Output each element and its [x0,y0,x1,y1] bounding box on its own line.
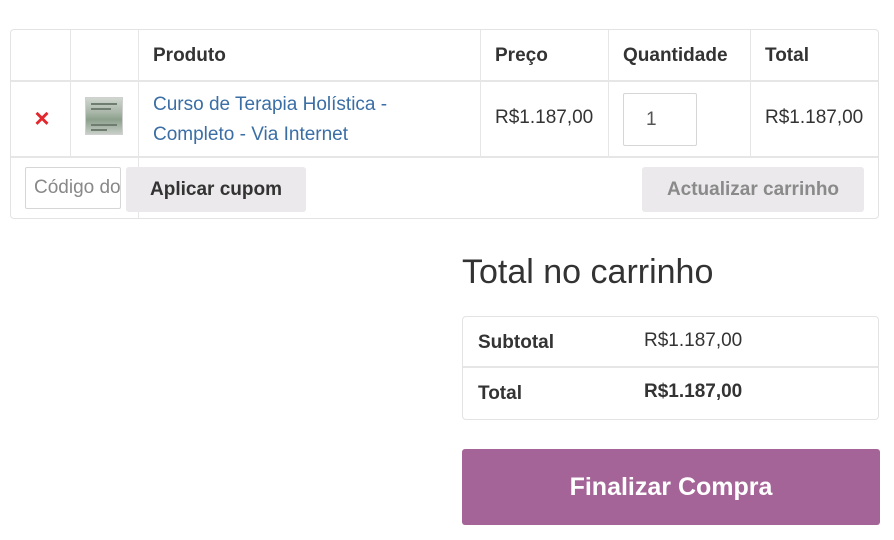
checkout-button[interactable]: Finalizar Compra [462,449,880,525]
subtotal-row: Subtotal R$1.187,00 [463,317,878,368]
item-price: R$1.187,00 [495,107,594,128]
apply-coupon-button[interactable]: Aplicar cupom [126,167,306,212]
total-value: R$1.187,00 [644,381,743,402]
total-row: Total R$1.187,00 [463,368,878,419]
total-label: Total [478,383,522,404]
subtotal-value: R$1.187,00 [644,330,743,351]
cart-item-row: × Curso de Terapia Holística - Completo … [11,82,878,158]
quantity-input[interactable]: 1 [623,93,697,146]
header-total: Total [765,45,809,66]
product-name-line2: Completo - Via Internet [153,124,349,145]
cart-header-row: Produto Preço Quantidade Total [11,30,878,82]
update-cart-button[interactable]: Actualizar carrinho [642,167,864,212]
header-price: Preço [495,45,548,66]
remove-item-icon[interactable]: × [31,104,53,132]
product-name-line1: Curso de Terapia Holística - [153,94,388,115]
cart-table: Produto Preço Quantidade Total × Curso d… [10,29,879,219]
product-name-link[interactable]: Curso de Terapia Holística - Completo - … [153,90,433,150]
cart-totals-title: Total no carrinho [462,253,714,291]
coupon-code-input[interactable]: Código do cupom [25,167,121,209]
header-product: Produto [153,45,226,66]
product-thumbnail[interactable] [85,97,123,135]
cart-actions-row: Código do cupom Aplicar cupom Actualizar… [11,158,878,218]
cart-totals-table: Subtotal R$1.187,00 Total R$1.187,00 [462,316,879,420]
subtotal-label: Subtotal [478,332,554,353]
header-quantity: Quantidade [623,45,728,66]
item-total: R$1.187,00 [765,107,864,128]
